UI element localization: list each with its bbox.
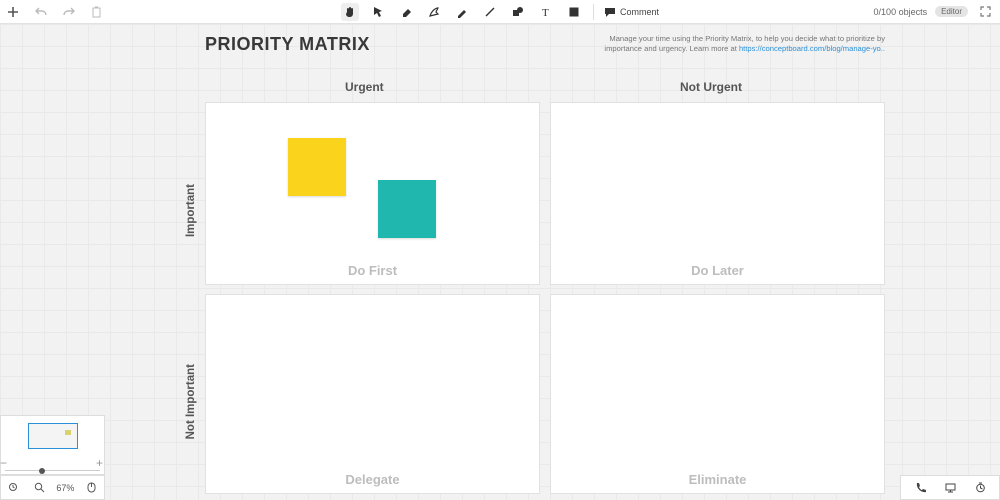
sticky-note-tool-icon[interactable]	[565, 3, 583, 21]
zoom-plus-button[interactable]: +	[96, 456, 103, 470]
pointer-tool-icon[interactable]	[369, 3, 387, 21]
zoom-controls: 67%	[0, 475, 105, 500]
hand-tool-icon[interactable]	[341, 3, 359, 21]
comment-button[interactable]: Comment	[604, 6, 659, 18]
column-header-not-urgent: Not Urgent	[680, 80, 742, 94]
undo-icon[interactable]	[32, 3, 50, 21]
marker-tool-icon[interactable]	[453, 3, 471, 21]
zoom-reset-icon[interactable]	[5, 479, 23, 497]
phone-icon[interactable]	[911, 479, 929, 497]
zoom-level: 67%	[56, 483, 74, 493]
zoom-slider-track[interactable]	[5, 470, 100, 471]
comment-icon	[604, 6, 616, 18]
svg-text:T: T	[542, 7, 549, 18]
timer-icon[interactable]	[971, 479, 989, 497]
quadrant-label: Do First	[206, 263, 539, 278]
sticky-note-teal[interactable]	[378, 180, 436, 238]
sticky-note-yellow[interactable]	[288, 138, 346, 196]
mouse-mode-icon[interactable]	[82, 479, 100, 497]
matrix-description: Manage your time using the Priority Matr…	[595, 34, 885, 54]
quadrant-label: Do Later	[551, 263, 884, 278]
row-header-important: Important	[185, 184, 197, 237]
row-header-not-important: Not Important	[185, 364, 197, 439]
object-count: 0/100 objects	[874, 7, 928, 17]
minimap-viewport[interactable]	[28, 423, 78, 449]
add-icon[interactable]	[4, 3, 22, 21]
matrix-title: PRIORITY MATRIX	[205, 34, 370, 55]
toolbar-center-group: T Comment	[341, 3, 659, 21]
toolbar-divider	[593, 4, 594, 20]
toolbar-left-group	[0, 3, 106, 21]
quadrant-do-first[interactable]: Do First	[205, 102, 540, 285]
redo-icon[interactable]	[60, 3, 78, 21]
top-toolbar: T Comment 0/100 objects Editor	[0, 0, 1000, 24]
quadrant-do-later[interactable]: Do Later	[550, 102, 885, 285]
line-tool-icon[interactable]	[481, 3, 499, 21]
zoom-out-icon[interactable]	[31, 479, 49, 497]
present-icon[interactable]	[941, 479, 959, 497]
role-badge[interactable]: Editor	[935, 6, 968, 17]
text-tool-icon[interactable]: T	[537, 3, 555, 21]
bottom-right-controls	[900, 475, 1000, 500]
comment-label: Comment	[620, 7, 659, 17]
clipboard-icon[interactable]	[88, 3, 106, 21]
learn-more-link[interactable]: https://conceptboard.com/blog/manage-yo.…	[739, 44, 885, 53]
toolbar-right-group: 0/100 objects Editor	[874, 3, 1000, 21]
zoom-minus-button[interactable]: −	[0, 456, 7, 470]
quadrant-label: Eliminate	[551, 472, 884, 487]
shape-tool-icon[interactable]	[509, 3, 527, 21]
canvas[interactable]: PRIORITY MATRIX Manage your time using t…	[0, 24, 1000, 500]
quadrant-delegate[interactable]: Delegate	[205, 294, 540, 494]
zoom-slider-handle[interactable]	[39, 468, 45, 474]
quadrant-label: Delegate	[206, 472, 539, 487]
column-header-urgent: Urgent	[345, 80, 384, 94]
pen-tool-icon[interactable]	[425, 3, 443, 21]
fullscreen-icon[interactable]	[976, 3, 994, 21]
quadrant-eliminate[interactable]: Eliminate	[550, 294, 885, 494]
eraser-tool-icon[interactable]	[397, 3, 415, 21]
minimap[interactable]	[0, 415, 105, 475]
